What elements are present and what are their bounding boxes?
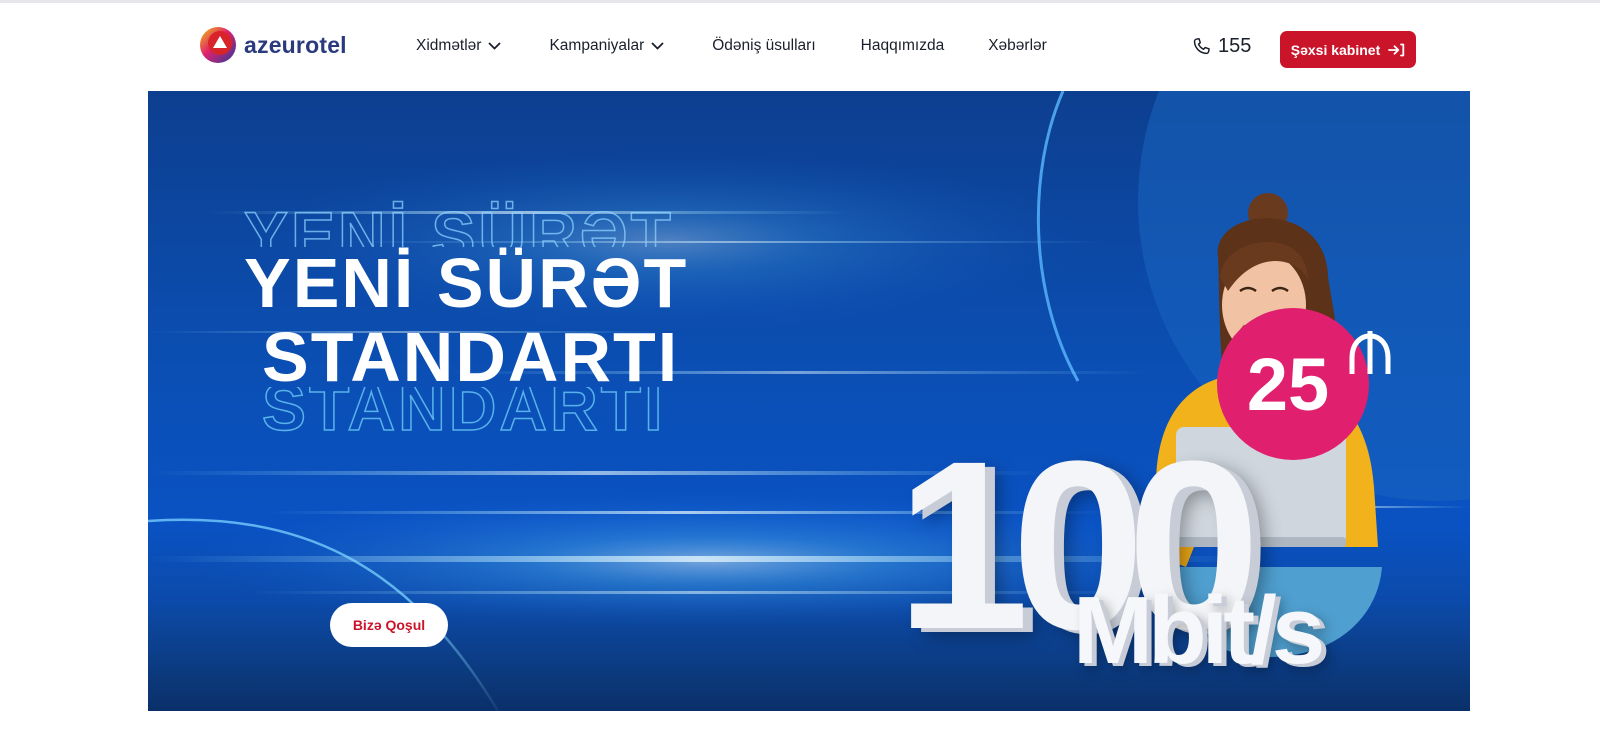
hero-banner: YENİ SÜRƏT YENİ SÜRƏT STANDARTI STANDART… — [148, 91, 1470, 711]
nav-item-label: Haqqımızda — [860, 37, 945, 54]
nav-item-label: Xidmətlər — [416, 37, 482, 54]
speed-unit: Mbit/s — [1073, 577, 1325, 684]
hero-title-line1: YENİ SÜRƏT — [244, 244, 689, 322]
logo[interactable]: azeurotel — [198, 25, 347, 65]
nav-item-payment-methods[interactable]: Ödəniş üsulları — [712, 37, 815, 55]
chevron-down-icon — [651, 42, 664, 50]
hero-title-outline-bottom: STANDARTI — [262, 387, 666, 444]
site-header: azeurotel Xidmətlər Kampaniyalar Ödəniş … — [0, 3, 1600, 89]
personal-cabinet-button[interactable]: Şəxsi kabinet — [1280, 31, 1416, 68]
chevron-down-icon — [488, 42, 502, 50]
phone-link[interactable]: 155 — [1191, 35, 1251, 58]
main-nav: Xidmətlər Kampaniyalar Ödəniş üsulları H… — [416, 37, 1047, 55]
manat-icon — [1349, 331, 1391, 374]
phone-icon — [1193, 38, 1210, 55]
personal-cabinet-label: Şəxsi kabinet — [1290, 41, 1381, 58]
logo-text: azeurotel — [244, 31, 347, 58]
logo-icon — [200, 27, 236, 63]
nav-item-label: Ödəniş üsulları — [712, 37, 816, 54]
hero-title-outline-top: YENİ SÜRƏT — [244, 197, 674, 247]
price-value: 25 — [1246, 342, 1330, 426]
nav-item-label: Xəbərlər — [988, 37, 1047, 54]
phone-number: 155 — [1218, 35, 1252, 57]
login-arrow-icon — [1388, 43, 1405, 56]
nav-item-news[interactable]: Xəbərlər — [988, 37, 1047, 55]
nav-item-campaigns[interactable]: Kampaniyalar — [549, 37, 664, 55]
join-button[interactable]: Bizə Qoşul — [330, 603, 448, 647]
hero-title-line2: STANDARTI — [262, 318, 680, 396]
nav-item-services[interactable]: Xidmətlər — [416, 37, 502, 55]
nav-item-about[interactable]: Haqqımızda — [861, 37, 945, 55]
nav-item-label: Kampaniyalar — [549, 37, 645, 54]
